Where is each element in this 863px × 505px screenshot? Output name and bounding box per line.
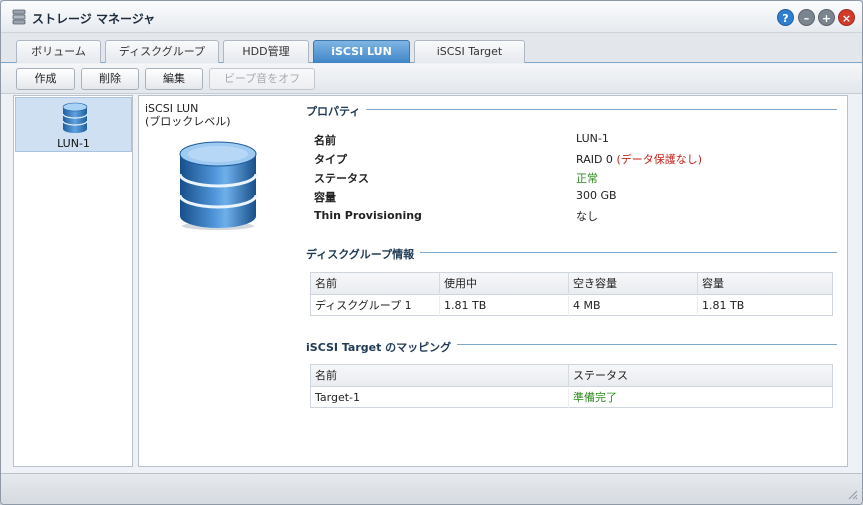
lun-list: LUN-1 <box>13 95 133 467</box>
create-button[interactable]: 作成 <box>16 68 75 90</box>
table-cell-name[interactable]: ディスクグループ 1 <box>311 296 440 316</box>
object-type-label: iSCSI LUN (ブロックレベル) <box>145 102 231 128</box>
lun-name: LUN-1 <box>57 137 90 150</box>
delete-button[interactable]: 削除 <box>81 68 139 90</box>
help-icon: ? <box>782 12 789 25</box>
maximize-icon: + <box>821 12 832 25</box>
property-value-type: RAID 0 (データ保護なし) <box>576 151 702 167</box>
tab-hdd-management[interactable]: HDD管理 <box>223 40 309 63</box>
object-type-line1: iSCSI LUN <box>145 102 199 115</box>
object-type-line2: (ブロックレベル) <box>145 115 231 128</box>
tab-bar: ボリューム ディスクグループ HDD管理 iSCSI LUN iSCSI Tar… <box>1 33 862 63</box>
properties-divider <box>307 109 837 110</box>
tab-iscsi-target[interactable]: iSCSI Target <box>414 40 525 63</box>
column-header-target-status[interactable]: ステータス <box>569 365 832 387</box>
database-icon <box>62 102 88 133</box>
tab-volume[interactable]: ボリューム <box>16 40 101 63</box>
tab-iscsi-lun[interactable]: iSCSI LUN <box>313 40 410 63</box>
property-value-name: LUN-1 <box>576 132 609 145</box>
disk-group-table: 名前 使用中 空き容量 容量 ディスクグループ 1 1.81 TB 4 MB 1… <box>310 272 833 316</box>
status-badge: 正常 <box>576 172 598 185</box>
target-mapping-table: 名前 ステータス Target-1 準備完了 <box>310 364 833 408</box>
property-label-thin-provisioning: Thin Provisioning <box>314 209 422 222</box>
property-label-status: ステータス <box>314 172 369 185</box>
maximize-button[interactable]: + <box>818 9 835 26</box>
column-header-target-name[interactable]: 名前 <box>311 365 569 387</box>
help-button[interactable]: ? <box>777 9 794 26</box>
window-title: ストレージ マネージャ <box>32 12 156 26</box>
table-cell-used[interactable]: 1.81 TB <box>440 296 569 316</box>
table-cell-capacity[interactable]: 1.81 TB <box>698 296 832 316</box>
raid-protection-note: (データ保護なし) <box>616 153 703 166</box>
disk-group-section-title: ディスクグループ情報 <box>306 246 421 262</box>
property-label-name: 名前 <box>314 134 336 147</box>
lun-detail-panel: iSCSI LUN (ブロックレベル) プロパティ 名前 LUN-1 タイプ R… <box>138 95 848 467</box>
resize-grip-icon[interactable] <box>848 490 858 500</box>
close-icon: × <box>841 12 852 25</box>
table-cell-target-name[interactable]: Target-1 <box>311 388 569 408</box>
status-bar <box>1 473 862 504</box>
table-cell-target-status[interactable]: 準備完了 <box>569 388 832 408</box>
property-label-capacity: 容量 <box>314 191 336 204</box>
lun-list-item[interactable]: LUN-1 <box>15 97 132 152</box>
lun-database-icon <box>178 141 258 230</box>
close-button[interactable]: × <box>838 9 855 26</box>
property-label-type: タイプ <box>314 153 347 166</box>
table-cell-free[interactable]: 4 MB <box>569 296 698 316</box>
tab-disk-group[interactable]: ディスクグループ <box>105 40 219 63</box>
storage-manager-window: ストレージ マネージャ ? – + × ボリューム ディスクグループ HDD管理… <box>0 0 863 505</box>
column-header-free[interactable]: 空き容量 <box>569 273 698 295</box>
toolbar: 作成 削除 編集 ビープ音をオフ <box>1 64 862 94</box>
storage-manager-icon <box>12 9 26 25</box>
property-value-thin-provisioning: なし <box>576 210 598 223</box>
minimize-icon: – <box>803 12 810 25</box>
raid-level: RAID 0 <box>576 153 613 166</box>
minimize-button[interactable]: – <box>798 9 815 26</box>
column-header-capacity[interactable]: 容量 <box>698 273 832 295</box>
title-bar[interactable]: ストレージ マネージャ ? – + × <box>1 1 862 33</box>
column-header-name[interactable]: 名前 <box>311 273 440 295</box>
properties-section-title: プロパティ <box>306 103 367 119</box>
beep-off-button[interactable]: ビープ音をオフ <box>209 68 315 90</box>
property-value-capacity: 300 GB <box>576 189 617 202</box>
edit-button[interactable]: 編集 <box>145 68 203 90</box>
column-header-used[interactable]: 使用中 <box>440 273 569 295</box>
mapping-section-title: iSCSI Target のマッピング <box>306 339 458 355</box>
